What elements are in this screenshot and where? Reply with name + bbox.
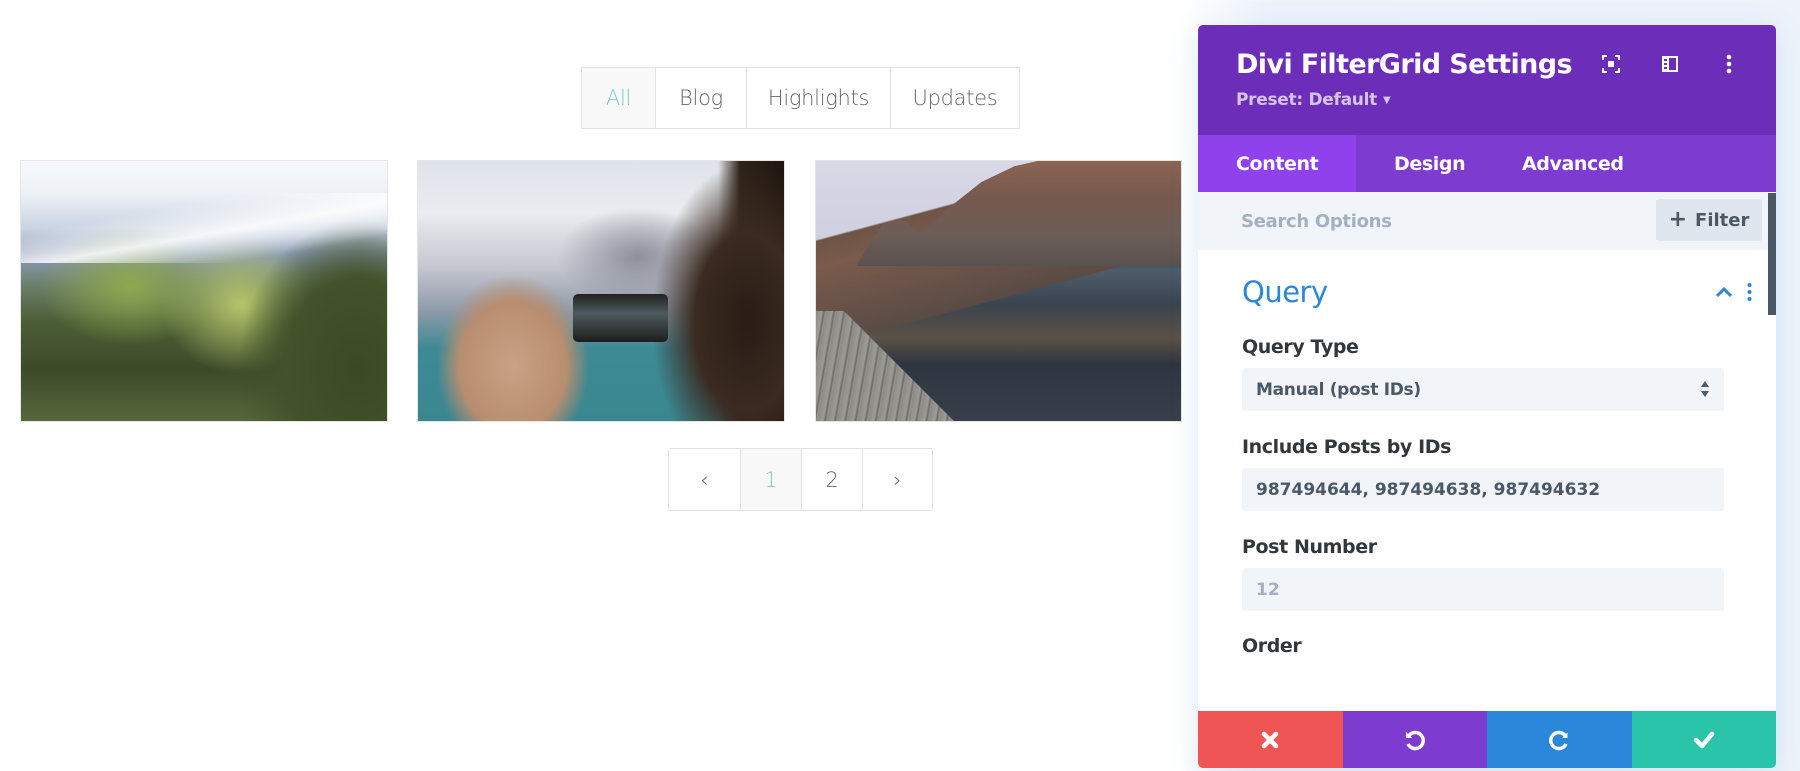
category-filter-bar: All Blog Highlights Updates <box>581 67 1020 129</box>
pagination: ‹ 1 2 › <box>668 448 933 511</box>
search-options-input[interactable] <box>1241 210 1621 232</box>
query-group-header: Query <box>1242 250 1752 326</box>
modal-tabs: Content Design Advanced <box>1198 135 1776 192</box>
preset-selector[interactable]: Preset: Default ▼ <box>1236 90 1391 110</box>
split-view-icon[interactable] <box>1659 53 1681 75</box>
lake-dock-photo <box>816 161 1181 421</box>
select-arrows-icon <box>1700 380 1710 398</box>
post-number-input[interactable] <box>1256 579 1710 600</box>
undo-button[interactable] <box>1342 711 1487 768</box>
pagination-page-2[interactable]: 2 <box>801 449 862 510</box>
more-options-icon[interactable] <box>1718 53 1740 75</box>
post-number-box <box>1242 568 1724 611</box>
caret-down-icon: ▼ <box>1382 94 1391 106</box>
grid-item-3[interactable] <box>815 160 1182 422</box>
filter-button-label: Filter <box>1695 209 1750 231</box>
pagination-page-1[interactable]: 1 <box>740 449 801 510</box>
mountain-valley-photo <box>21 161 387 421</box>
plus-icon: + <box>1668 207 1688 232</box>
redo-icon <box>1549 730 1568 750</box>
pagination-prev-button[interactable]: ‹ <box>669 449 740 510</box>
modal-header: Divi FilterGrid Settings Preset: Default… <box>1198 25 1776 135</box>
filter-button[interactable]: + Filter <box>1656 199 1762 241</box>
search-options-bar: + Filter <box>1198 192 1776 250</box>
photo-dock-detail <box>816 311 956 421</box>
photo-mountain-detail <box>856 161 1181 266</box>
settings-body: Query Query Type Manual (post IDs) Inclu… <box>1198 250 1776 657</box>
preset-label: Preset: Default <box>1236 90 1377 110</box>
tab-design[interactable]: Design <box>1356 135 1498 192</box>
post-number-field: Post Number <box>1242 536 1724 611</box>
query-type-label: Query Type <box>1242 336 1359 358</box>
post-number-label: Post Number <box>1242 536 1377 558</box>
photo-hand-detail <box>438 276 588 421</box>
include-posts-label: Include Posts by IDs <box>1242 436 1452 458</box>
save-button[interactable] <box>1631 711 1776 768</box>
checkmark-icon <box>1693 731 1714 748</box>
query-group-title[interactable]: Query <box>1242 275 1328 309</box>
query-type-value: Manual (post IDs) <box>1256 379 1421 400</box>
query-type-select[interactable]: Manual (post IDs) <box>1242 368 1724 411</box>
redo-button[interactable] <box>1487 711 1632 768</box>
group-options-icon[interactable] <box>1747 282 1752 302</box>
order-field: Order <box>1242 635 1724 657</box>
undo-icon <box>1405 730 1425 750</box>
phone-photography-photo <box>418 161 784 421</box>
discard-button[interactable] <box>1198 711 1343 768</box>
modal-footer <box>1198 711 1776 768</box>
grid-item-2[interactable] <box>417 160 785 422</box>
chevron-right-icon: › <box>893 467 902 492</box>
query-type-field: Query Type Manual (post IDs) <box>1242 336 1724 411</box>
photo-phone-detail <box>573 294 668 342</box>
grid-item-1[interactable] <box>20 160 388 422</box>
filter-updates[interactable]: Updates <box>890 68 1019 128</box>
include-posts-box <box>1242 468 1724 511</box>
include-posts-input[interactable] <box>1256 479 1710 500</box>
close-icon <box>1262 731 1279 748</box>
order-label: Order <box>1242 635 1302 657</box>
chevron-left-icon: ‹ <box>700 467 709 492</box>
chevron-up-icon[interactable] <box>1715 286 1733 298</box>
settings-modal: Divi FilterGrid Settings Preset: Default… <box>1198 25 1776 768</box>
tab-content[interactable]: Content <box>1198 135 1356 192</box>
filter-highlights[interactable]: Highlights <box>746 68 890 128</box>
include-posts-field: Include Posts by IDs <box>1242 436 1724 511</box>
tab-advanced[interactable]: Advanced <box>1498 135 1624 192</box>
focus-mode-icon[interactable] <box>1600 53 1622 75</box>
filter-blog[interactable]: Blog <box>655 68 746 128</box>
filter-all[interactable]: All <box>582 68 655 128</box>
pagination-next-button[interactable]: › <box>862 449 932 510</box>
query-group-controls <box>1715 282 1752 302</box>
modal-header-actions <box>1600 53 1740 75</box>
